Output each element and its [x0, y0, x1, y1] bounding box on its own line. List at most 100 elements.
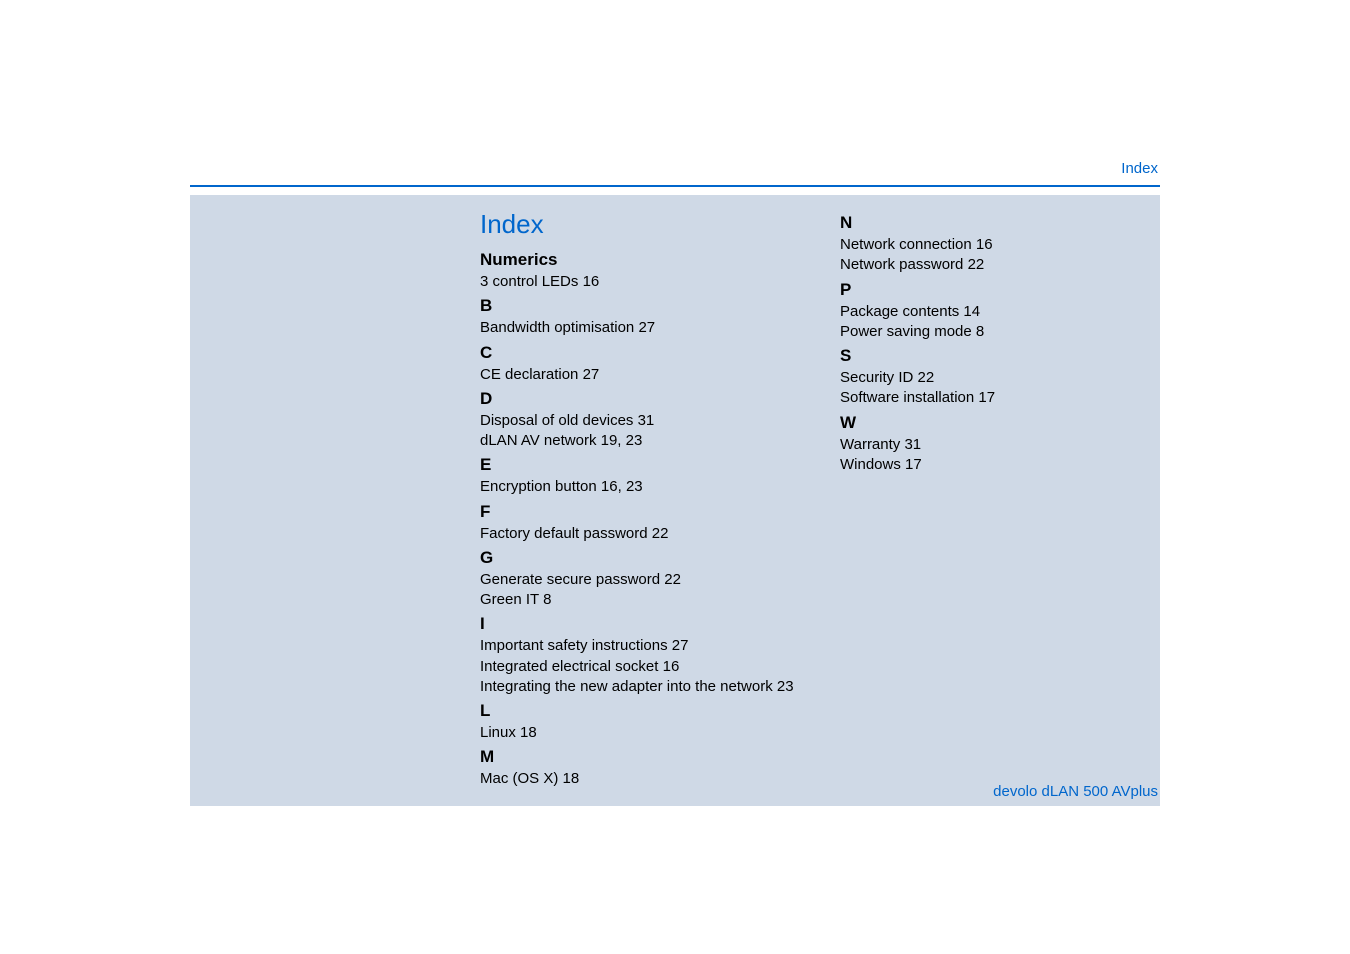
index-entry-pages: 22: [968, 256, 985, 273]
index-columns: Index Numerics 3 control LEDs 16 B Bandw…: [480, 209, 1160, 790]
index-entry-text: Integrating the new adapter into the net…: [480, 678, 773, 695]
index-entry-text: 3 control LEDs: [480, 273, 578, 290]
index-entry-text: Network connection: [840, 236, 972, 253]
index-entry-page-link[interactable]: 14: [963, 303, 980, 320]
index-heading-d: D: [480, 389, 800, 409]
index-heading-c: C: [480, 343, 800, 363]
index-entry-page-link[interactable]: 22: [918, 369, 935, 386]
index-entry-pages: 19, 23: [601, 432, 643, 449]
index-entry-pages: 16: [583, 273, 600, 290]
index-entry-pages: 31: [638, 412, 655, 429]
index-entry-page-link[interactable]: 16: [663, 658, 680, 675]
index-entry-pages: 27: [583, 366, 600, 383]
index-entry-page-link[interactable]: 31: [904, 436, 921, 453]
index-entry-page-link[interactable]: 27: [583, 366, 600, 383]
index-entry-text: Windows: [840, 456, 901, 473]
index-entry-text: Linux: [480, 724, 516, 741]
index-entry: Warranty 31: [840, 435, 1160, 455]
page-container: Index Index Numerics 3 control LEDs 16 B…: [0, 0, 1350, 806]
index-entry-page-link[interactable]: 23: [777, 678, 794, 695]
index-heading-m: M: [480, 747, 800, 767]
index-heading-e: E: [480, 455, 800, 475]
index-entry-page-link[interactable]: 27: [672, 637, 689, 654]
index-entry-page-link[interactable]: 16, 23: [601, 478, 643, 495]
index-heading-s: S: [840, 346, 1160, 366]
index-entry-text: Factory default password: [480, 525, 648, 542]
index-entry-page-link[interactable]: 18: [520, 724, 537, 741]
index-entry: Bandwidth optimisation 27: [480, 318, 800, 338]
index-entry: Integrated electrical socket 16: [480, 657, 800, 677]
footer-product-label: devolo dLAN 500 AVplus: [190, 783, 1160, 800]
index-entry: dLAN AV network 19, 23: [480, 431, 800, 451]
index-entry-text: Encryption button: [480, 478, 597, 495]
index-heading-p: P: [840, 280, 1160, 300]
index-entry-text: Network password: [840, 256, 963, 273]
index-entry: Network password 22: [840, 255, 1160, 275]
index-entry: Security ID 22: [840, 368, 1160, 388]
index-entry-pages: 31: [904, 436, 921, 453]
index-entry-page-link[interactable]: 8: [976, 323, 984, 340]
index-heading-i: I: [480, 614, 800, 634]
index-entry-pages: 8: [543, 591, 551, 608]
index-entry-pages: 8: [976, 323, 984, 340]
index-heading-f: F: [480, 502, 800, 522]
index-title: Index: [480, 209, 800, 240]
index-entry: Generate secure password 22: [480, 570, 800, 590]
index-entry-page-link[interactable]: 22: [652, 525, 669, 542]
header-label: Index: [190, 160, 1160, 177]
index-heading-l: L: [480, 701, 800, 721]
index-column-2: N Network connection 16 Network password…: [840, 209, 1160, 790]
index-entry: Integrating the new adapter into the net…: [480, 677, 800, 697]
header-divider: [190, 185, 1160, 187]
index-entry-pages: 27: [638, 319, 655, 336]
index-entry-pages: 18: [520, 724, 537, 741]
index-entry-pages: 14: [963, 303, 980, 320]
index-entry-page-link[interactable]: 22: [968, 256, 985, 273]
index-entry-page-link[interactable]: 17: [978, 389, 995, 406]
index-entry-page-link[interactable]: 31: [638, 412, 655, 429]
index-entry: Network connection 16: [840, 235, 1160, 255]
index-entry-text: Bandwidth optimisation: [480, 319, 634, 336]
index-entry: Power saving mode 8: [840, 322, 1160, 342]
index-entry: Factory default password 22: [480, 524, 800, 544]
index-entry-pages: 16, 23: [601, 478, 643, 495]
index-entry-page-link[interactable]: 16: [583, 273, 600, 290]
index-entry-text: Generate secure password: [480, 571, 660, 588]
index-entry-text: Software installation: [840, 389, 974, 406]
index-entry-page-link[interactable]: 8: [543, 591, 551, 608]
index-entry-page-link[interactable]: 19, 23: [601, 432, 643, 449]
index-entry-pages: 22: [664, 571, 681, 588]
index-entry-page-link[interactable]: 16: [976, 236, 993, 253]
index-entry-text: dLAN AV network: [480, 432, 596, 449]
index-entry-pages: 16: [976, 236, 993, 253]
index-entry: Disposal of old devices 31: [480, 411, 800, 431]
index-entry: Important safety instructions 27: [480, 636, 800, 656]
index-entry-text: Integrated electrical socket: [480, 658, 658, 675]
index-entry: Linux 18: [480, 723, 800, 743]
index-heading-b: B: [480, 296, 800, 316]
index-entry-pages: 16: [663, 658, 680, 675]
index-entry: Encryption button 16, 23: [480, 477, 800, 497]
index-entry-pages: 17: [905, 456, 922, 473]
index-heading-numerics: Numerics: [480, 250, 800, 270]
index-entry-text: CE declaration: [480, 366, 578, 383]
index-heading-w: W: [840, 413, 1160, 433]
index-entry-text: Warranty: [840, 436, 900, 453]
index-entry-pages: 23: [777, 678, 794, 695]
index-entry-page-link[interactable]: 22: [664, 571, 681, 588]
index-heading-g: G: [480, 548, 800, 568]
index-entry-text: Power saving mode: [840, 323, 972, 340]
index-entry-page-link[interactable]: 17: [905, 456, 922, 473]
index-entry-text: Green IT: [480, 591, 539, 608]
index-column-1: Index Numerics 3 control LEDs 16 B Bandw…: [480, 209, 800, 790]
index-heading-n: N: [840, 213, 1160, 233]
index-entry-pages: 27: [672, 637, 689, 654]
index-entry: Green IT 8: [480, 590, 800, 610]
index-entry-text: Package contents: [840, 303, 959, 320]
index-entry-pages: 22: [918, 369, 935, 386]
index-entry-page-link[interactable]: 27: [638, 319, 655, 336]
content-area: Index Numerics 3 control LEDs 16 B Bandw…: [190, 195, 1160, 806]
index-entry-pages: 22: [652, 525, 669, 542]
index-entry: Software installation 17: [840, 388, 1160, 408]
index-entry-pages: 17: [978, 389, 995, 406]
